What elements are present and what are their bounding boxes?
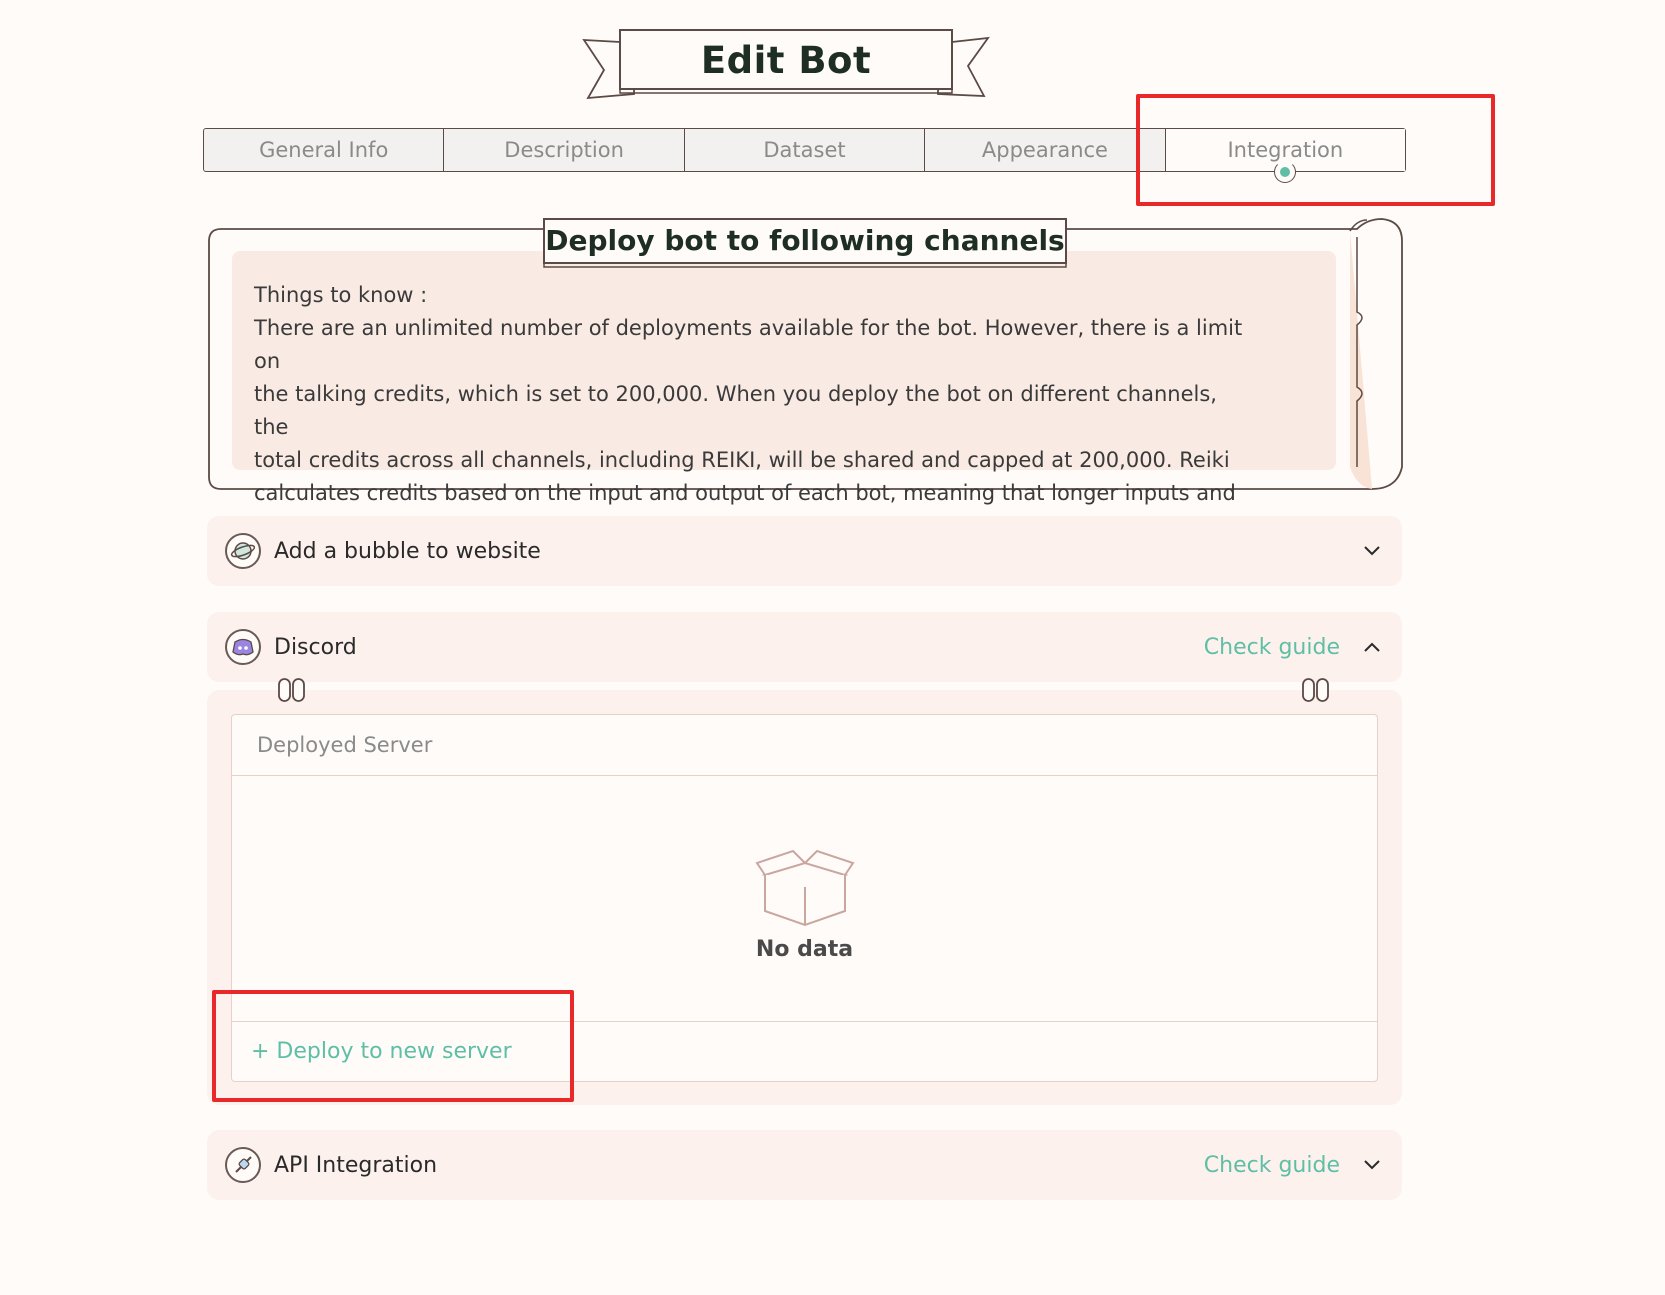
- deploy-new-server-button[interactable]: + Deploy to new server: [251, 1039, 512, 1064]
- tab-integration[interactable]: Integration: [1165, 129, 1406, 183]
- page-title-banner: Edit Bot: [582, 29, 990, 100]
- binder-ring-icon: [1302, 678, 1329, 702]
- discord-icon: [225, 629, 261, 665]
- channel-label: API Integration: [274, 1152, 438, 1178]
- tab-bar: General Info Description Dataset Appeara…: [203, 128, 1406, 183]
- active-tab-indicator: [1274, 161, 1297, 183]
- table-footer: + Deploy to new server: [232, 1021, 1377, 1081]
- table-header: Deployed Server: [232, 715, 1377, 776]
- tab-general-info[interactable]: General Info: [204, 129, 445, 171]
- channel-label: Discord: [274, 634, 357, 660]
- empty-state: No data: [232, 776, 1377, 1021]
- chevron-down-icon[interactable]: [1362, 541, 1382, 561]
- tab-appearance[interactable]: Appearance: [925, 129, 1166, 171]
- channel-website-row[interactable]: Add a bubble to website: [207, 516, 1402, 586]
- tab-description[interactable]: Description: [444, 129, 685, 171]
- binder-ring-icon: [278, 678, 305, 702]
- tab-label: Description: [504, 138, 624, 162]
- deploy-card-title-banner: Deploy bot to following channels: [542, 217, 1068, 269]
- info-line: calculates credits based on the input an…: [254, 481, 1236, 505]
- info-line: total credits across all channels, inclu…: [254, 448, 1230, 472]
- things-to-know-text: Things to know : There are an unlimited …: [254, 279, 1254, 543]
- chevron-up-icon[interactable]: [1362, 637, 1382, 657]
- chevron-down-icon[interactable]: [1362, 1155, 1382, 1175]
- things-to-know-heading: Things to know :: [254, 283, 428, 307]
- deploy-card-title: Deploy bot to following channels: [545, 223, 1065, 257]
- plug-icon: [225, 1147, 261, 1183]
- tab-label: Appearance: [981, 138, 1108, 162]
- tab-label: Dataset: [763, 138, 846, 162]
- channel-label: Add a bubble to website: [274, 538, 541, 564]
- api-check-guide-link[interactable]: Check guide: [1204, 1153, 1340, 1178]
- channel-api-row[interactable]: API Integration Check guide: [207, 1130, 1402, 1200]
- page-title: Edit Bot: [700, 38, 872, 82]
- info-line: the talking credits, which is set to 200…: [254, 382, 1217, 439]
- info-line: There are an unlimited number of deploym…: [254, 316, 1243, 373]
- discord-check-guide-link[interactable]: Check guide: [1204, 635, 1340, 660]
- deployed-server-table: Deployed Server No data + Deploy to new …: [231, 714, 1378, 1082]
- tab-label: Integration: [1227, 138, 1344, 162]
- tab-label: General Info: [259, 138, 389, 162]
- channel-discord-row[interactable]: Discord Check guide: [207, 612, 1402, 682]
- planet-icon: [225, 533, 261, 569]
- tab-dataset[interactable]: Dataset: [685, 129, 926, 171]
- no-data-label: No data: [755, 937, 854, 962]
- empty-box-icon: [754, 849, 855, 927]
